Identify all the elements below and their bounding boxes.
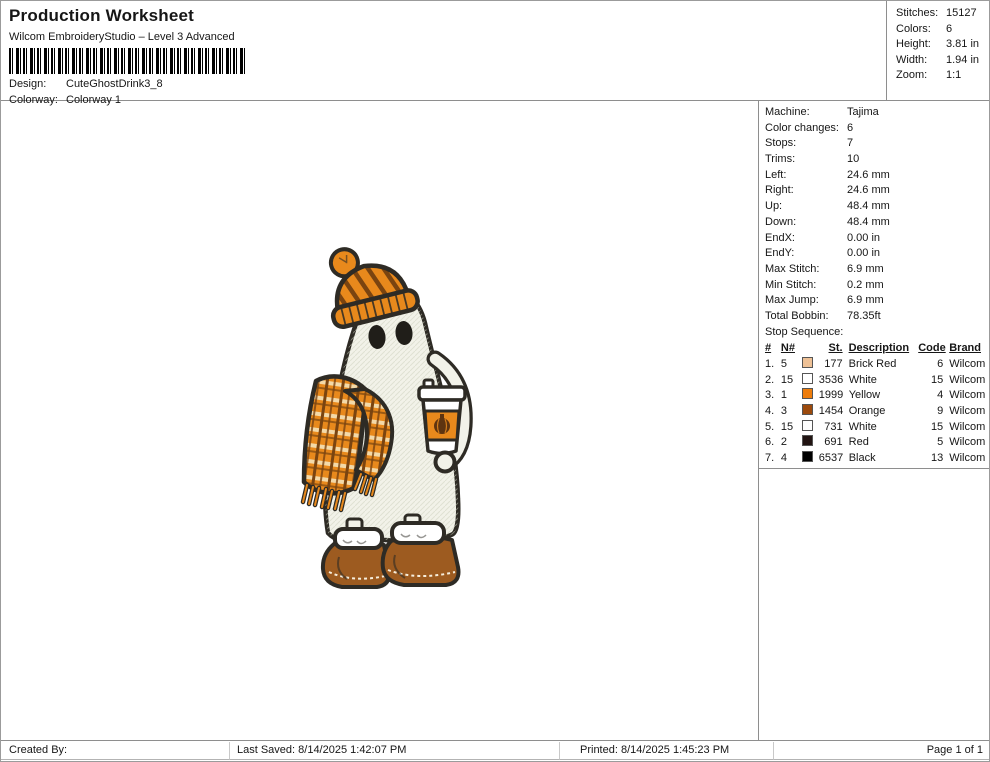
printed-cell: Printed: 8/14/2025 1:45:23 PM [560, 742, 774, 760]
stop-sequence-table: # N# St. Description Code Brand 1. 5 [759, 340, 989, 469]
col-stitches: St. [819, 342, 846, 354]
stop-sequence-row: 4. 3 1454 Orange 9 Wilcom [759, 403, 989, 419]
machine-details-list: Machine:Tajima Color changes:6 Stops:7 T… [759, 105, 989, 325]
thread-color-swatch [802, 451, 813, 462]
worksheet-body: Machine:Tajima Color changes:6 Stops:7 T… [1, 101, 989, 740]
detail-row: Max Stitch:6.9 mm [765, 262, 989, 278]
summary-row: Zoom:1:1 [896, 68, 989, 84]
last-saved-cell: Last Saved: 8/14/2025 1:42:07 PM [230, 742, 560, 760]
stop-sequence-row: 1. 5 177 Brick Red 6 Wilcom [759, 356, 989, 372]
machine-details-panel: Machine:Tajima Color changes:6 Stops:7 T… [758, 101, 989, 740]
detail-row: Down:48.4 mm [765, 215, 989, 231]
detail-row: Machine:Tajima [765, 105, 989, 121]
detail-row: Color changes:6 [765, 121, 989, 137]
col-code: Code [918, 342, 945, 354]
ghost-design-preview [295, 241, 510, 603]
thread-color-swatch [802, 435, 813, 446]
detail-row: Max Jump:6.9 mm [765, 293, 989, 309]
detail-row: EndY:0.00 in [765, 246, 989, 262]
detail-row: EndX:0.00 in [765, 231, 989, 247]
detail-row: Up:48.4 mm [765, 199, 989, 215]
barcode-icon [9, 48, 246, 74]
thread-color-swatch [802, 357, 813, 368]
page-title: Production Worksheet [9, 6, 246, 26]
design-label: Design: [9, 78, 66, 90]
stop-sequence-row: 7. 4 6537 Black 13 Wilcom [759, 450, 989, 466]
created-by-cell: Created By: [1, 742, 230, 760]
summary-row: Height:3.81 in [896, 37, 989, 53]
design-name-row: Design:CuteGhostDrink3_8 [9, 78, 246, 90]
summary-row: Colors:6 [896, 22, 989, 38]
stop-sequence-row: 6. 2 691 Red 5 Wilcom [759, 434, 989, 450]
thread-color-swatch [802, 373, 813, 384]
col-num: # [765, 342, 781, 354]
col-brand: Brand [945, 342, 989, 354]
detail-row: Right:24.6 mm [765, 183, 989, 199]
stop-sequence-row: 5. 15 731 White 15 Wilcom [759, 419, 989, 435]
worksheet-header: Production Worksheet Wilcom EmbroiderySt… [1, 1, 989, 101]
ghost-hand [436, 453, 455, 472]
slipper-boots [323, 523, 459, 587]
thread-color-swatch [802, 420, 813, 431]
detail-row: Trims:10 [765, 152, 989, 168]
summary-row: Stitches:15127 [896, 6, 989, 22]
detail-row: Left:24.6 mm [765, 168, 989, 184]
summary-row: Width:1.94 in [896, 53, 989, 69]
software-subtitle: Wilcom EmbroideryStudio – Level 3 Advanc… [9, 31, 246, 43]
design-value: CuteGhostDrink3_8 [66, 78, 163, 90]
stop-sequence-row: 2. 15 3536 White 15 Wilcom [759, 372, 989, 388]
stop-sequence-label: Stop Sequence: [759, 325, 989, 341]
header-left: Production Worksheet Wilcom EmbroiderySt… [9, 6, 246, 106]
thread-color-swatch [802, 404, 813, 415]
col-description: Description [846, 342, 919, 354]
page-number-cell: Page 1 of 1 [774, 742, 989, 760]
design-preview-area [1, 101, 758, 740]
thread-color-swatch [802, 388, 813, 399]
production-worksheet-page: Production Worksheet Wilcom EmbroiderySt… [0, 0, 990, 762]
stop-sequence-header-row: # N# St. Description Code Brand [759, 340, 989, 356]
col-needle: N# [781, 342, 802, 354]
detail-row: Min Stitch:0.2 mm [765, 278, 989, 294]
stop-sequence-row: 3. 1 1999 Yellow 4 Wilcom [759, 387, 989, 403]
stop-sequence-rows: 1. 5 177 Brick Red 6 Wilcom 2. 15 [759, 356, 989, 466]
detail-row: Stops:7 [765, 136, 989, 152]
worksheet-footer: Created By: Last Saved: 8/14/2025 1:42:0… [1, 740, 989, 761]
detail-row: Total Bobbin:78.35ft [765, 309, 989, 325]
design-summary-box: Stitches:15127 Colors:6 Height:3.81 in W… [886, 1, 989, 101]
